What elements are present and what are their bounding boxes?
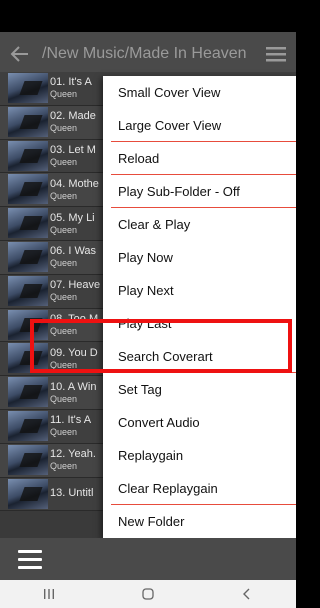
context-menu: Small Cover View Large Cover View Reload… <box>103 76 296 538</box>
track-title: 06. I Was <box>50 245 97 258</box>
app-bar: /New Music/Made In Heaven <box>0 32 296 76</box>
menu-item-clear-replaygain[interactable]: Clear Replaygain <box>103 472 296 505</box>
track-title: 03. Let M <box>50 143 96 156</box>
track-title: 04. Mothe <box>50 177 99 190</box>
menu-item-reload[interactable]: Reload <box>103 142 296 175</box>
menu-item-play-sub-folder[interactable]: Play Sub-Folder - Off <box>103 175 296 208</box>
hamburger-icon <box>266 47 286 62</box>
track-title: 01. It's A <box>50 76 92 89</box>
track-title: 09. You D <box>50 346 98 359</box>
recents-icon <box>44 589 55 599</box>
menu-item-replaygain[interactable]: Replaygain <box>103 439 296 472</box>
album-cover <box>8 140 48 171</box>
back-button[interactable] <box>0 32 40 76</box>
nav-recents-button[interactable] <box>29 580 69 608</box>
track-artist: Queen <box>50 123 78 134</box>
track-artist: Queen <box>50 393 78 404</box>
nav-back-button[interactable] <box>227 580 267 608</box>
menu-item-small-cover-view[interactable]: Small Cover View <box>103 76 296 109</box>
album-cover <box>8 174 48 205</box>
menu-item-search-coverart[interactable]: Search Coverart <box>103 340 296 373</box>
folder-path-title: /New Music/Made In Heaven <box>42 45 247 62</box>
menu-item-clear-and-play[interactable]: Clear & Play <box>103 208 296 241</box>
track-title: 11. It's A <box>50 414 92 427</box>
menu-item-set-tag[interactable]: Set Tag <box>103 373 296 406</box>
album-cover <box>8 106 48 137</box>
album-cover <box>8 444 48 475</box>
hamburger-icon[interactable] <box>18 547 42 571</box>
album-cover <box>8 343 48 374</box>
track-artist: Queen <box>50 224 78 235</box>
album-cover <box>8 275 48 306</box>
album-cover <box>8 410 48 441</box>
track-title: 07. Heave <box>50 279 101 292</box>
menu-item-convert-audio[interactable]: Convert Audio <box>103 406 296 439</box>
album-cover <box>8 73 48 103</box>
menu-item-play-now[interactable]: Play Now <box>103 241 296 274</box>
album-cover <box>8 478 48 509</box>
track-title: 05. My Li <box>50 211 95 224</box>
track-artist: Queen <box>50 190 78 201</box>
menu-item-large-cover-view[interactable]: Large Cover View <box>103 109 296 142</box>
menu-item-new-folder[interactable]: New Folder <box>103 505 296 538</box>
album-cover <box>8 208 48 239</box>
track-artist: Queen <box>50 89 78 100</box>
status-bar <box>0 0 296 32</box>
track-artist: Queen <box>50 258 78 269</box>
menu-item-play-last[interactable]: Play Last <box>103 307 296 340</box>
track-title: 02. Made <box>50 110 96 123</box>
track-artist: Queen <box>50 156 78 167</box>
album-cover <box>8 309 48 340</box>
track-artist: Queen <box>50 427 78 438</box>
album-cover <box>8 241 48 272</box>
arrow-left-icon <box>10 46 28 62</box>
home-icon <box>142 588 154 600</box>
nav-home-button[interactable] <box>128 580 168 608</box>
bottom-bar <box>0 538 296 580</box>
track-artist: Queen <box>50 461 78 472</box>
track-title: 12. Yeah. <box>50 448 96 461</box>
track-artist: Queen <box>50 359 78 370</box>
track-artist: Queen <box>50 292 78 303</box>
track-artist: Queen <box>50 325 78 336</box>
track-title: 13. Untitl <box>50 487 94 500</box>
album-cover <box>8 377 48 408</box>
back-chevron-icon <box>242 588 250 600</box>
system-nav-bar <box>0 580 296 608</box>
track-title: 08. Too M <box>50 312 99 325</box>
track-title: 10. A Win <box>50 380 97 393</box>
menu-item-play-next[interactable]: Play Next <box>103 274 296 307</box>
overflow-menu-button[interactable] <box>256 32 296 76</box>
